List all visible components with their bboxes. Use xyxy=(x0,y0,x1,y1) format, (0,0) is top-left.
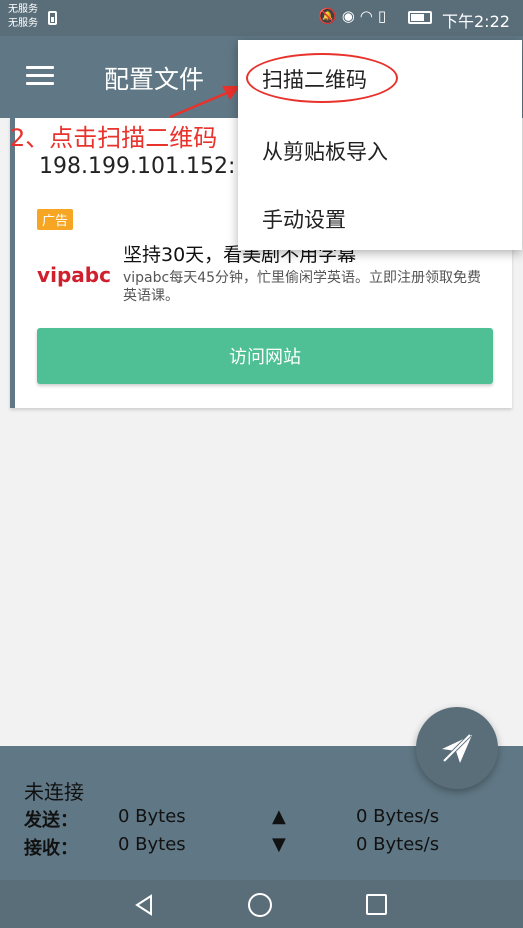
carrier-label: 无服务 无服务 xyxy=(8,3,38,31)
ad-logo: vipabc xyxy=(37,238,111,312)
visit-website-button[interactable]: 访问网站 xyxy=(37,328,493,384)
eye-icon: ◉ xyxy=(341,7,360,25)
menu-item-scan-qr[interactable]: 扫描二维码 xyxy=(262,64,367,94)
data-icon: ▯ xyxy=(377,7,392,25)
send-rate: 0 Bytes/s xyxy=(356,806,440,827)
server-address[interactable]: 198.199.101.152: xyxy=(39,154,235,179)
connect-fab[interactable] xyxy=(416,707,498,789)
status-bar: 无服务 无服务 🔕◉◠▯ 下午2:22 xyxy=(0,0,523,36)
system-nav-bar xyxy=(0,880,523,928)
battery-icon xyxy=(408,11,432,24)
hamburger-menu-icon[interactable] xyxy=(26,66,54,86)
receive-rate: 0 Bytes/s xyxy=(356,834,440,855)
wifi-icon: ◠ xyxy=(359,7,378,25)
overflow-menu: 扫描二维码 从剪贴板导入 手动设置 xyxy=(238,40,522,250)
upload-arrow-icon: ▲ xyxy=(272,806,286,827)
menu-item-import-clipboard[interactable]: 从剪贴板导入 xyxy=(262,136,388,166)
send-label: 发送： xyxy=(24,810,78,831)
home-icon[interactable] xyxy=(248,893,272,917)
page-title: 配置文件 xyxy=(104,65,205,94)
menu-item-manual-setup[interactable]: 手动设置 xyxy=(262,204,346,234)
status-time: 下午2:22 xyxy=(442,12,510,31)
sim-icon xyxy=(48,11,57,25)
carrier-line-2: 无服务 xyxy=(8,18,38,29)
carrier-line-1: 无服务 xyxy=(8,4,38,15)
send-total: 0 Bytes xyxy=(118,806,186,827)
connection-status: 未连接 xyxy=(24,780,84,804)
download-arrow-icon: ▼ xyxy=(272,834,286,855)
annotation-text: 2、点击扫描二维码 xyxy=(10,124,218,152)
status-icons: 🔕◉◠▯ xyxy=(318,7,391,25)
back-icon[interactable] xyxy=(133,894,155,916)
recent-apps-icon[interactable] xyxy=(366,894,387,915)
receive-label: 接收： xyxy=(24,838,78,859)
receive-total: 0 Bytes xyxy=(118,834,186,855)
paper-plane-off-icon xyxy=(442,733,472,763)
mute-icon: 🔕 xyxy=(318,7,342,25)
ad-description: vipabc每天45分钟，忙里偷闲学英语。立即注册领取免费英语课。 xyxy=(123,270,482,304)
ad-badge: 广告 xyxy=(37,209,74,230)
